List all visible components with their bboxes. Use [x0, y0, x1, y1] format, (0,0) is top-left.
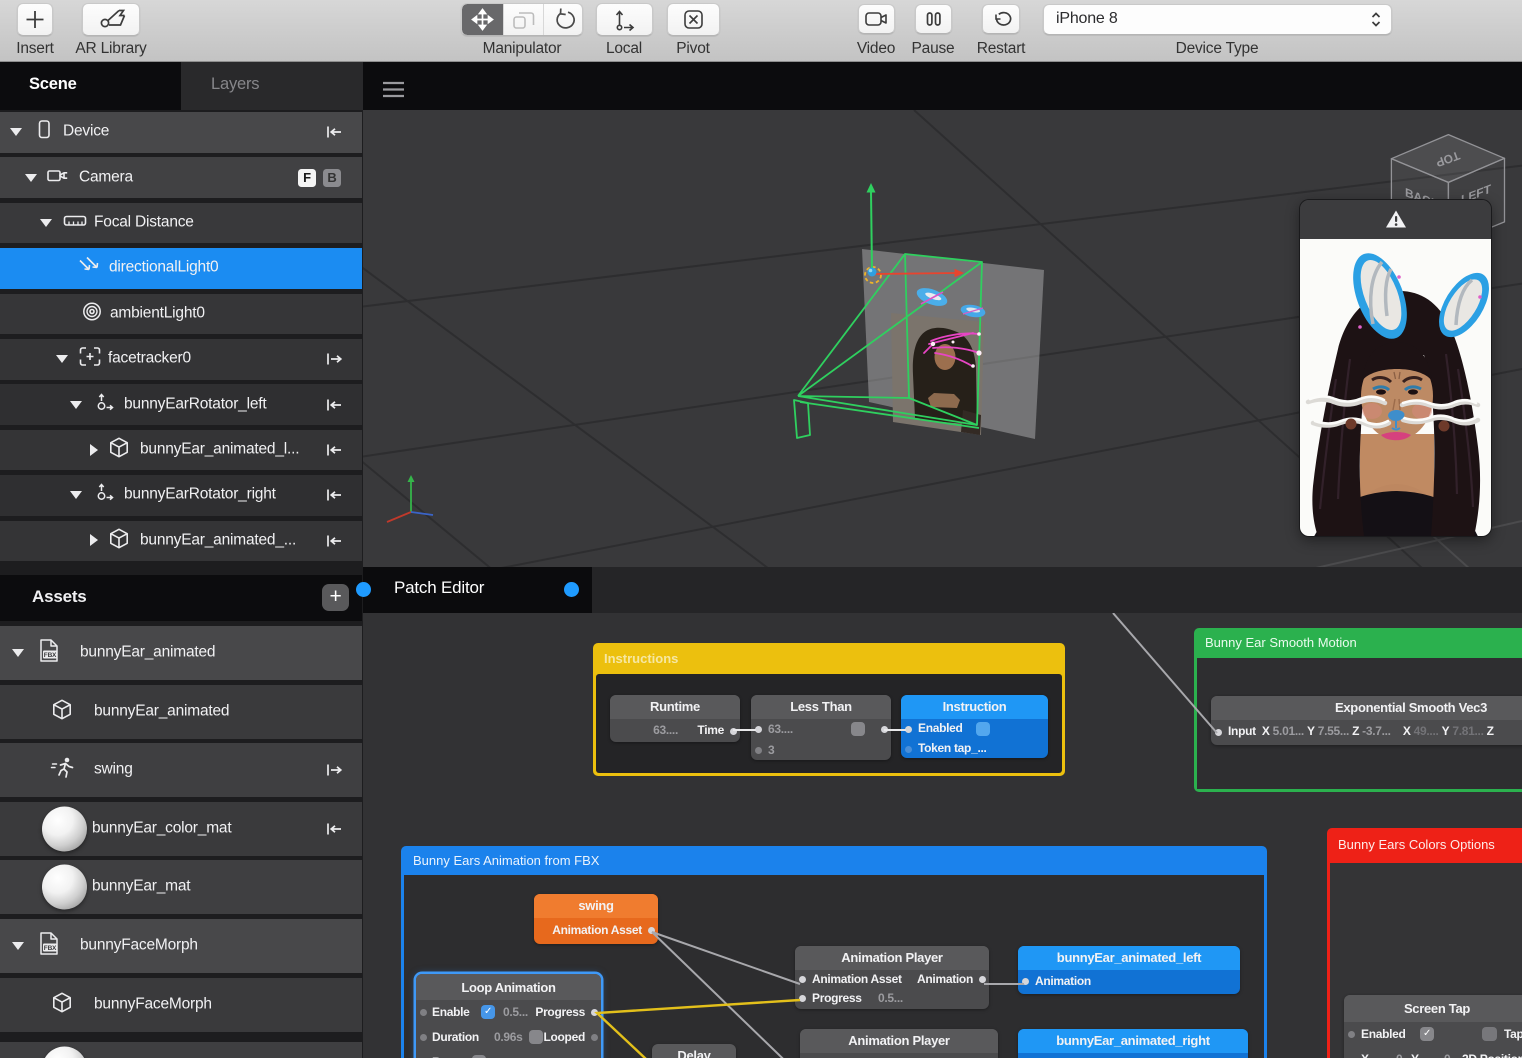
svg-text:FBX: FBX	[44, 652, 57, 659]
svg-text:FBX: FBX	[44, 945, 57, 952]
